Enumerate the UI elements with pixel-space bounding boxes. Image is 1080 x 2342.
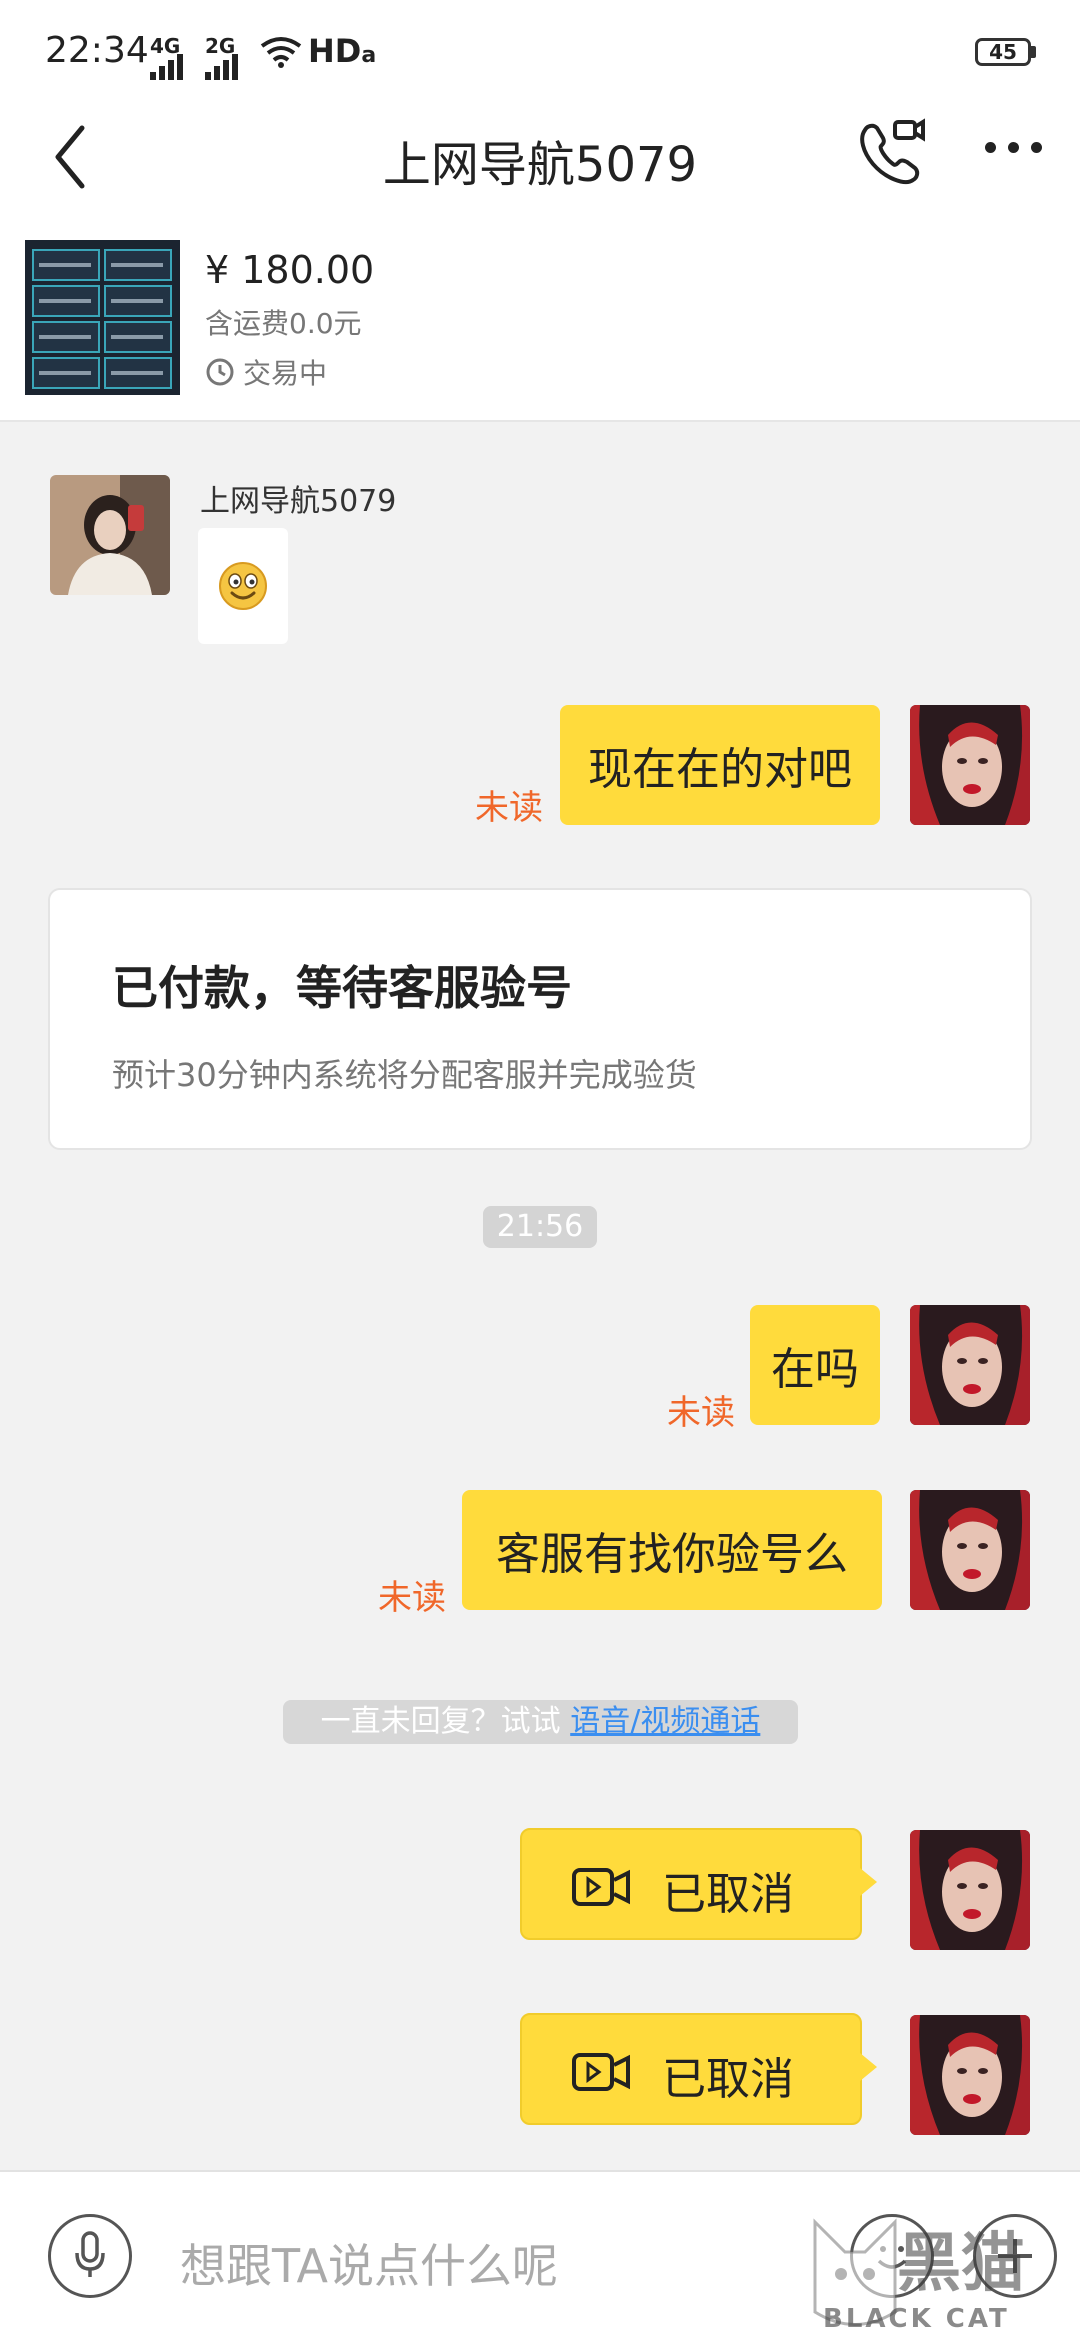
video-camera-icon xyxy=(572,1868,630,1906)
call-status-label: 已取消 xyxy=(662,2054,794,2105)
watermark-brand-en: BLACK CAT xyxy=(823,2304,1010,2334)
my-avatar[interactable] xyxy=(910,705,1030,825)
input-bar: 想跟TA说点什么呢 黑猫 BLACK CAT xyxy=(0,2170,1080,2342)
blackcat-watermark: 黑猫 BLACK CAT xyxy=(805,2212,1080,2342)
order-status-subtitle: 预计30分钟内系统将分配客服并完成验货 xyxy=(112,1056,697,1094)
wifi-icon xyxy=(260,37,302,68)
my-avatar[interactable] xyxy=(910,2015,1030,2135)
message-bubble[interactable]: 在吗 xyxy=(750,1305,880,1425)
message-input[interactable]: 想跟TA说点什么呢 xyxy=(180,2230,558,2296)
order-status-card[interactable]: 已付款，等待客服验号 预计30分钟内系统将分配客服并完成验货 xyxy=(48,888,1032,1150)
trade-status-label: 交易中 xyxy=(243,357,328,390)
message-bubble[interactable]: 现在在的对吧 xyxy=(560,705,880,825)
voice-input-button[interactable] xyxy=(48,2214,132,2298)
microphone-icon xyxy=(75,2231,105,2277)
peer-emoji-bubble[interactable] xyxy=(198,528,288,644)
message-input-placeholder: 想跟TA说点什么呢 xyxy=(180,2239,558,2293)
my-avatar[interactable] xyxy=(910,1490,1030,1610)
call-hint-text: 一直未回复？试试 xyxy=(320,1704,571,1739)
message-bubble[interactable]: 客服有找你验号么 xyxy=(462,1490,882,1610)
call-hint-link[interactable]: 语音/视频通话 xyxy=(570,1704,760,1739)
status-bar: 22:34 4G 2G HDa 45 xyxy=(0,0,1080,100)
trade-status: 交易中 xyxy=(205,352,327,392)
signal-bars-icon xyxy=(150,50,183,80)
call-status-label: 已取消 xyxy=(662,1869,794,1920)
my-avatar[interactable] xyxy=(910,1830,1030,1950)
peer-name: 上网导航5079 xyxy=(200,484,397,519)
more-menu-icon[interactable] xyxy=(985,142,1042,153)
signal-bars-2-icon xyxy=(205,50,238,80)
clock-icon xyxy=(206,358,234,386)
video-camera-icon xyxy=(572,2053,630,2091)
hd-label: HDa xyxy=(308,32,377,70)
nav-bar: 上网导航5079 xyxy=(0,100,1080,230)
product-thumbnail[interactable] xyxy=(25,240,180,395)
unread-label: 未读 xyxy=(475,788,543,828)
product-shipping: 含运费0.0元 xyxy=(205,307,362,340)
video-call-bubble[interactable]: 已取消 xyxy=(520,1828,877,1940)
phone-video-call-icon[interactable] xyxy=(855,116,927,188)
battery-cap xyxy=(1031,46,1036,58)
unread-label: 未读 xyxy=(378,1578,446,1618)
watermark-brand-cn: 黑猫 xyxy=(897,2227,1025,2301)
my-avatar[interactable] xyxy=(910,1305,1030,1425)
order-status-title: 已付款，等待客服验号 xyxy=(112,961,572,1015)
status-time: 22:34 xyxy=(45,30,149,71)
peer-avatar[interactable] xyxy=(50,475,170,595)
video-call-bubble[interactable]: 已取消 xyxy=(520,2013,877,2125)
product-price: ¥ 180.00 xyxy=(205,248,375,292)
product-bar[interactable]: ¥ 180.00 含运费0.0元 交易中 xyxy=(0,230,1080,422)
smiley-emoji-icon xyxy=(219,562,267,610)
call-hint: 一直未回复？试试 语音/视频通话 xyxy=(283,1700,798,1744)
timestamp-pill: 21:56 xyxy=(483,1206,597,1248)
unread-label: 未读 xyxy=(667,1393,735,1433)
battery-icon: 45 xyxy=(975,38,1031,66)
